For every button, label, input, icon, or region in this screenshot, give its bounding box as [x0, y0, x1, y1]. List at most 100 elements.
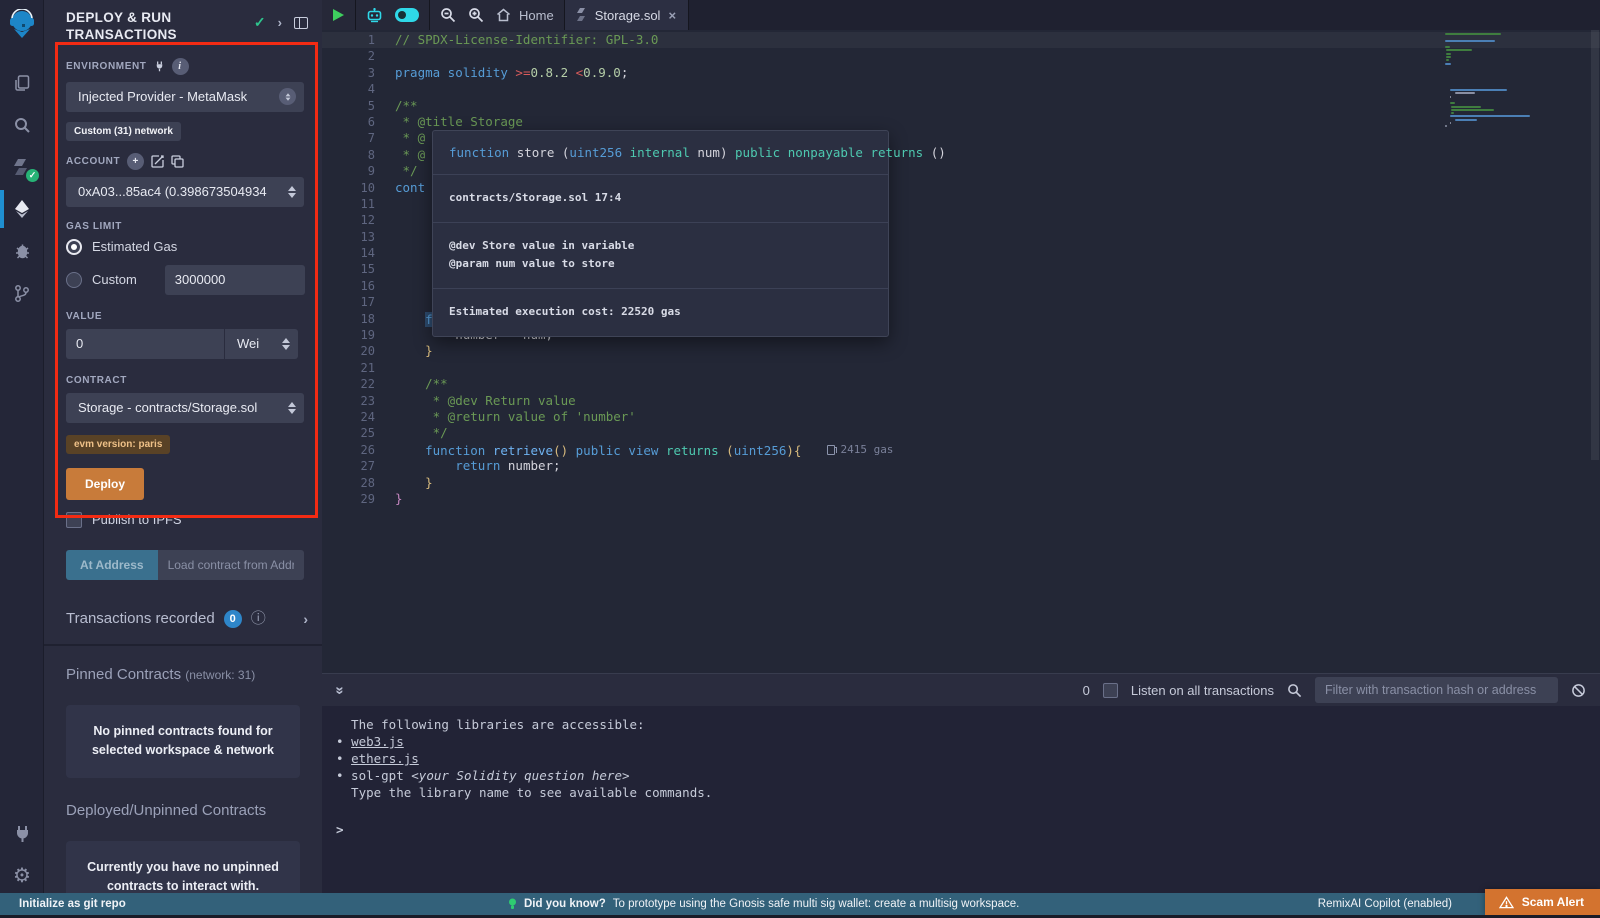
terminal-expand-icon[interactable]: » [332, 686, 349, 694]
tab-home[interactable]: Home [496, 8, 554, 23]
environment-info-icon[interactable]: i [172, 58, 189, 75]
tab-storage-sol[interactable]: Storage.sol × [565, 0, 689, 30]
contract-stepper-icon [288, 402, 296, 414]
tooltip-signature: function store (uint256 internal num) pu… [433, 131, 888, 175]
code-line[interactable]: 21 [322, 360, 1600, 376]
ai-copilot-robot-icon[interactable] [366, 8, 383, 23]
unpinned-contracts-header: Deployed/Unpinned Contracts [44, 796, 322, 823]
environment-select[interactable]: Injected Provider - MetaMask [66, 82, 304, 112]
account-label: ACCOUNT + [66, 153, 304, 170]
sidebar-item-git[interactable] [0, 272, 44, 314]
sidebar-item-settings[interactable]: ⚙ [0, 854, 44, 896]
add-account-icon[interactable]: + [127, 153, 144, 170]
zoom-out-icon[interactable] [440, 7, 456, 23]
copilot-status[interactable]: RemixAI Copilot (enabled) [1318, 898, 1452, 910]
code-line[interactable]: 5/** [322, 98, 1600, 114]
tooltip-location: contracts/Storage.sol 17:4 [433, 175, 888, 223]
home-icon [496, 8, 511, 22]
sign-message-icon[interactable] [151, 155, 164, 168]
tab-close-icon[interactable]: × [668, 8, 676, 23]
panel-title: DEPLOY & RUN TRANSACTIONS [66, 10, 216, 44]
copilot-toggle[interactable] [395, 8, 419, 22]
code-line[interactable]: 29} [322, 491, 1600, 507]
sidebar-item-file-explorer[interactable] [0, 62, 44, 104]
code-line[interactable]: 6 * @title Storage [322, 114, 1600, 130]
scam-alert-button[interactable]: Scam Alert [1485, 889, 1600, 915]
code-line[interactable]: 22 /** [322, 376, 1600, 392]
custom-gas-input[interactable] [165, 265, 305, 295]
code-editor[interactable]: 1// SPDX-License-Identifier: GPL-3.023pr… [322, 30, 1600, 703]
code-line[interactable]: 24 * @return value of 'number' [322, 409, 1600, 425]
sidebar-item-search[interactable] [0, 104, 44, 146]
code-line[interactable]: 20 } [322, 343, 1600, 359]
plug-icon [13, 824, 32, 843]
deploy-run-icon [12, 199, 32, 219]
clear-console-icon[interactable] [1571, 683, 1586, 698]
at-address-button[interactable]: At Address [66, 550, 158, 580]
account-select[interactable]: 0xA03...85ac4 (0.398673504934 [66, 177, 304, 207]
gas-limit-label: GAS LIMIT [66, 221, 304, 232]
compiler-success-badge-icon: ✓ [26, 169, 39, 182]
editor-scrollbar[interactable] [1590, 30, 1600, 703]
panel-forward-icon[interactable]: › [278, 15, 282, 30]
evm-version-badge: evm version: paris [66, 435, 170, 454]
select-stepper-icon [279, 88, 296, 105]
hover-tooltip: function store (uint256 internal num) pu… [432, 130, 889, 337]
transactions-info-icon[interactable]: ⓘ [251, 611, 266, 626]
git-branch-icon [13, 284, 31, 303]
copy-account-icon[interactable] [171, 155, 184, 168]
zoom-in-icon[interactable] [468, 7, 484, 23]
gear-icon: ⚙ [13, 863, 31, 888]
code-line[interactable]: 3pragma solidity >=0.8.2 <0.9.0; [322, 65, 1600, 81]
custom-gas-radio[interactable] [66, 272, 82, 288]
pinned-empty-message: No pinned contracts found for selected w… [66, 705, 300, 778]
code-line[interactable]: 26 function retrieve() public view retur… [322, 442, 1600, 458]
plug-small-icon [154, 61, 165, 72]
pin-panel-icon[interactable] [294, 17, 308, 29]
main-area: Home Storage.sol × 1// SPDX-License-Iden… [322, 0, 1600, 918]
library-link[interactable]: web3.js [351, 734, 404, 749]
code-line[interactable]: 2 [322, 48, 1600, 64]
at-address-input[interactable] [158, 550, 304, 580]
value-input[interactable] [66, 329, 224, 359]
tooltip-doc: @dev Store value in variable @param num … [433, 223, 888, 289]
listen-all-transactions-checkbox[interactable] [1103, 683, 1118, 698]
terminal[interactable]: The following libraries are accessible:•… [322, 706, 1600, 863]
code-line[interactable]: 27 return number; [322, 458, 1600, 474]
sidebar-item-plugin-manager[interactable] [0, 812, 44, 854]
code-line[interactable]: 4 [322, 81, 1600, 97]
debugger-icon [13, 242, 32, 260]
terminal-line: Type the library name to see available c… [336, 784, 1600, 801]
terminal-prompt[interactable]: > [336, 821, 1600, 838]
transactions-recorded-label: Transactions recorded [66, 610, 215, 627]
gas-pump-icon [827, 445, 835, 455]
unit-stepper-icon [282, 338, 290, 350]
publish-ipfs-checkbox[interactable] [66, 512, 82, 528]
code-line[interactable]: 25 */ [322, 425, 1600, 441]
deploy-run-panel: DEPLOY & RUN TRANSACTIONS ✓ › ENVIRONMEN… [44, 0, 322, 918]
code-line[interactable]: 23 * @dev Return value [322, 393, 1600, 409]
editor-minimap[interactable] [1445, 33, 1545, 129]
solidity-file-icon [577, 8, 587, 22]
did-you-know-label: Did you know? [524, 898, 606, 910]
transaction-filter-input[interactable] [1315, 677, 1558, 703]
contract-select[interactable]: Storage - contracts/Storage.sol [66, 393, 304, 423]
terminal-line: The following libraries are accessible: [336, 716, 1600, 733]
editor-toolbar: Home Storage.sol × [322, 0, 1600, 30]
deploy-button[interactable]: Deploy [66, 468, 144, 500]
sidebar-item-debugger[interactable] [0, 230, 44, 272]
transactions-expand-icon[interactable]: › [303, 611, 308, 627]
environment-label: ENVIRONMENT i [66, 58, 304, 75]
warning-triangle-icon [1499, 896, 1514, 909]
value-unit-select[interactable]: Wei [224, 329, 298, 359]
remix-logo [0, 0, 44, 48]
code-line[interactable]: 28 } [322, 475, 1600, 491]
sidebar-item-solidity-compiler[interactable]: ✓ [0, 146, 44, 188]
library-link[interactable]: ethers.js [351, 751, 419, 766]
estimated-gas-radio[interactable] [66, 239, 82, 255]
publish-ipfs-label: Publish to IPFS [92, 512, 182, 527]
code-line[interactable]: 1// SPDX-License-Identifier: GPL-3.0 [322, 32, 1600, 48]
run-script-segment[interactable] [322, 0, 356, 30]
git-init-status[interactable]: Initialize as git repo [19, 898, 126, 910]
sidebar-item-deploy-and-run[interactable] [0, 188, 44, 230]
